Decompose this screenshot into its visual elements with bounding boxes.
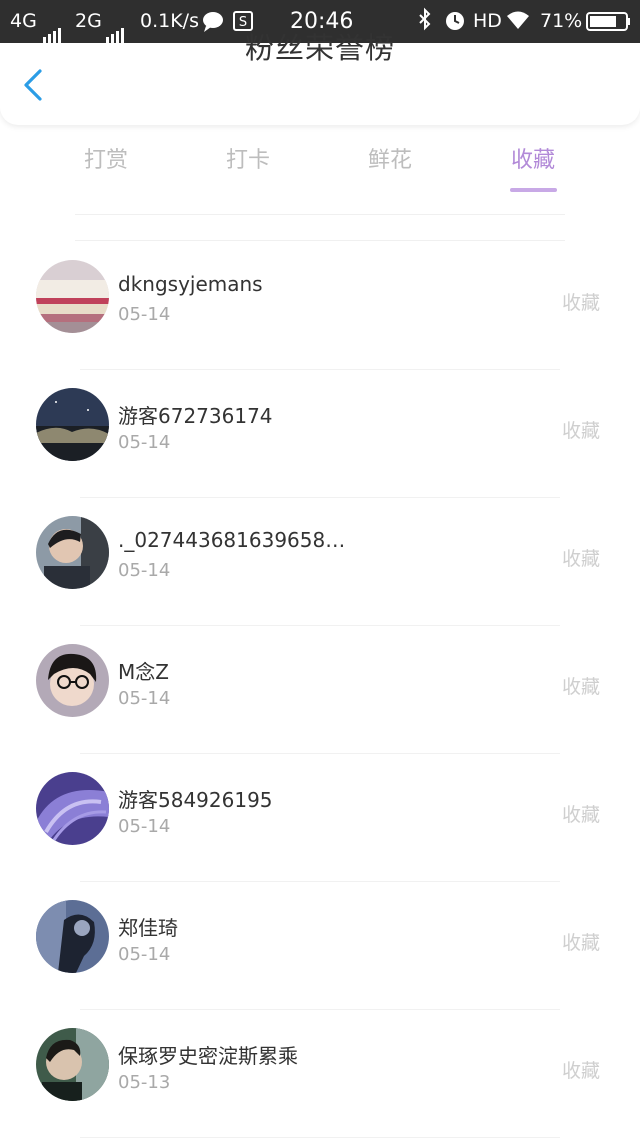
user-name: 保琢罗史密淀斯累乘 — [118, 1044, 298, 1068]
user-name: dkngsyjemans — [118, 272, 263, 296]
favorite-label: 收藏 — [562, 292, 601, 314]
favorite-label: 收藏 — [562, 676, 601, 698]
avatar[interactable] — [36, 516, 109, 589]
user-name: ._027443681639658… — [118, 528, 346, 552]
page-title: 粉丝荣誉榜 — [244, 31, 395, 65]
fan-honor-page: 4G 2G 0.1K/s S 20:46 HD 71% 粉丝荣誉榜 打赏 打卡 … — [0, 0, 640, 1138]
list-item[interactable]: M念Z 05-14 收藏 — [0, 626, 640, 754]
tab-favorites[interactable]: 收藏 — [473, 138, 593, 186]
tab-reward[interactable]: 打赏 — [46, 138, 166, 186]
divider — [75, 214, 565, 215]
user-date: 05-14 — [118, 304, 171, 325]
list-item[interactable]: 游客584926195 05-14 收藏 — [0, 754, 640, 882]
user-date: 05-14 — [118, 432, 171, 453]
user-name: 游客672736174 — [118, 404, 273, 428]
user-date: 05-14 — [118, 944, 171, 965]
avatar[interactable] — [36, 900, 109, 973]
list-item[interactable]: 郑佳琦 05-14 收藏 — [0, 882, 640, 1010]
user-name: M念Z — [118, 660, 169, 684]
divider — [75, 240, 565, 241]
avatar[interactable] — [36, 388, 109, 461]
tab-checkin[interactable]: 打卡 — [188, 138, 308, 186]
user-date: 05-14 — [118, 560, 171, 581]
active-tab-indicator — [510, 188, 557, 192]
avatar[interactable] — [36, 772, 109, 845]
user-name: 游客584926195 — [118, 788, 273, 812]
favorite-label: 收藏 — [562, 420, 601, 442]
user-date: 05-14 — [118, 688, 171, 709]
favorite-label: 收藏 — [562, 1060, 601, 1082]
favorite-label: 收藏 — [562, 804, 601, 826]
list-item[interactable]: 游客672736174 05-14 收藏 — [0, 370, 640, 498]
user-date: 05-14 — [118, 816, 171, 837]
user-name: 郑佳琦 — [118, 916, 178, 940]
avatar[interactable] — [36, 260, 109, 333]
avatar[interactable] — [36, 644, 109, 717]
list-item[interactable]: ._027443681639658… 05-14 收藏 — [0, 498, 640, 626]
list-item[interactable]: dkngsyjemans 05-14 收藏 — [0, 242, 640, 370]
tab-flowers[interactable]: 鲜花 — [330, 138, 450, 186]
favorite-label: 收藏 — [562, 932, 601, 954]
avatar[interactable] — [36, 1028, 109, 1101]
user-date: 05-13 — [118, 1072, 171, 1093]
list-item[interactable]: 保琢罗史密淀斯累乘 05-13 收藏 — [0, 1010, 640, 1138]
favorite-label: 收藏 — [562, 548, 601, 570]
